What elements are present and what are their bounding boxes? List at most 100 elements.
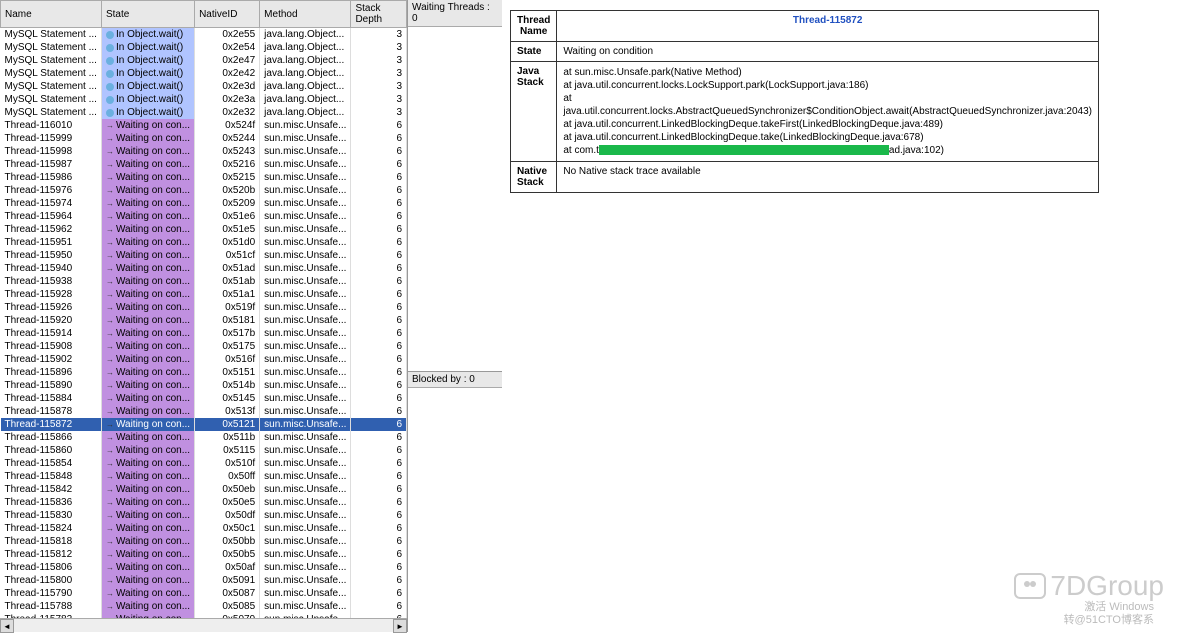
table-row[interactable]: Thread-115951→Waiting on con...0x51d0sun… xyxy=(1,236,407,249)
cell-method: sun.misc.Unsafe... xyxy=(260,561,351,574)
table-row[interactable]: Thread-115836→Waiting on con...0x50e5sun… xyxy=(1,496,407,509)
col-header-nativeid[interactable]: NativeID xyxy=(195,1,260,28)
condition-icon: → xyxy=(106,145,114,158)
table-row[interactable]: Thread-115914→Waiting on con...0x517bsun… xyxy=(1,327,407,340)
cell-nativeid: 0x50c1 xyxy=(195,522,260,535)
cell-method: sun.misc.Unsafe... xyxy=(260,275,351,288)
table-row[interactable]: Thread-115788→Waiting on con...0x5085sun… xyxy=(1,600,407,613)
table-row[interactable]: MySQL Statement ...In Object.wait()0x2e4… xyxy=(1,67,407,80)
table-row[interactable]: Thread-115884→Waiting on con...0x5145sun… xyxy=(1,392,407,405)
condition-icon: → xyxy=(106,184,114,197)
cell-depth: 3 xyxy=(351,54,407,67)
table-row[interactable]: MySQL Statement ...In Object.wait()0x2e5… xyxy=(1,28,407,42)
cell-nativeid: 0x2e3d xyxy=(195,80,260,93)
table-row[interactable]: Thread-115830→Waiting on con...0x50dfsun… xyxy=(1,509,407,522)
table-row[interactable]: Thread-115950→Waiting on con...0x51cfsun… xyxy=(1,249,407,262)
cell-depth: 6 xyxy=(351,444,407,457)
cell-method: java.lang.Object... xyxy=(260,80,351,93)
cell-nativeid: 0x2e3a xyxy=(195,93,260,106)
table-row[interactable]: Thread-116010→Waiting on con...0x524fsun… xyxy=(1,119,407,132)
cell-name: Thread-115920 xyxy=(1,314,102,327)
condition-icon: → xyxy=(106,496,114,509)
table-row[interactable]: Thread-115848→Waiting on con...0x50ffsun… xyxy=(1,470,407,483)
scroll-right-button[interactable]: ► xyxy=(393,619,407,633)
detail-java-stack-label: Java Stack xyxy=(511,62,557,162)
cell-depth: 3 xyxy=(351,28,407,42)
table-row[interactable]: Thread-115987→Waiting on con...0x5216sun… xyxy=(1,158,407,171)
table-row[interactable]: Thread-115962→Waiting on con...0x51e5sun… xyxy=(1,223,407,236)
cell-method: sun.misc.Unsafe... xyxy=(260,535,351,548)
condition-icon: → xyxy=(106,587,114,600)
col-header-depth[interactable]: Stack Depth xyxy=(351,1,407,28)
table-row[interactable]: MySQL Statement ...In Object.wait()0x2e4… xyxy=(1,54,407,67)
condition-icon: → xyxy=(106,158,114,171)
redacted-bar xyxy=(599,145,889,155)
table-row[interactable]: Thread-115940→Waiting on con...0x51adsun… xyxy=(1,262,407,275)
condition-icon: → xyxy=(106,457,114,470)
table-row[interactable]: Thread-115800→Waiting on con...0x5091sun… xyxy=(1,574,407,587)
table-row[interactable]: MySQL Statement ...In Object.wait()0x2e3… xyxy=(1,106,407,119)
col-header-state[interactable]: State xyxy=(101,1,194,28)
col-header-name[interactable]: Name xyxy=(1,1,102,28)
table-row[interactable]: Thread-115896→Waiting on con...0x5151sun… xyxy=(1,366,407,379)
table-row[interactable]: Thread-115866→Waiting on con...0x511bsun… xyxy=(1,431,407,444)
condition-icon: → xyxy=(106,522,114,535)
table-row[interactable]: MySQL Statement ...In Object.wait()0x2e5… xyxy=(1,41,407,54)
scroll-left-button[interactable]: ◄ xyxy=(0,619,14,633)
wait-icon xyxy=(106,96,114,104)
table-row[interactable]: Thread-115824→Waiting on con...0x50c1sun… xyxy=(1,522,407,535)
blocked-by-header: Blocked by : 0 xyxy=(408,372,502,388)
table-row[interactable]: Thread-115860→Waiting on con...0x5115sun… xyxy=(1,444,407,457)
table-row[interactable]: Thread-115986→Waiting on con...0x5215sun… xyxy=(1,171,407,184)
thread-table[interactable]: Name State NativeID Method Stack Depth M… xyxy=(0,0,407,618)
cell-depth: 6 xyxy=(351,405,407,418)
table-row[interactable]: Thread-115974→Waiting on con...0x5209sun… xyxy=(1,197,407,210)
horizontal-scrollbar[interactable]: ◄ ► xyxy=(0,618,407,632)
condition-icon: → xyxy=(106,353,114,366)
cell-name: Thread-115926 xyxy=(1,301,102,314)
cell-depth: 6 xyxy=(351,470,407,483)
table-row[interactable]: Thread-115908→Waiting on con...0x5175sun… xyxy=(1,340,407,353)
cell-nativeid: 0x50eb xyxy=(195,483,260,496)
cell-nativeid: 0x5243 xyxy=(195,145,260,158)
condition-icon: → xyxy=(106,249,114,262)
table-row[interactable]: MySQL Statement ...In Object.wait()0x2e3… xyxy=(1,93,407,106)
table-row[interactable]: Thread-115999→Waiting on con...0x5244sun… xyxy=(1,132,407,145)
table-row[interactable]: Thread-115902→Waiting on con...0x516fsun… xyxy=(1,353,407,366)
table-row[interactable]: Thread-115790→Waiting on con...0x5087sun… xyxy=(1,587,407,600)
cell-method: sun.misc.Unsafe... xyxy=(260,327,351,340)
table-row[interactable]: Thread-115938→Waiting on con...0x51absun… xyxy=(1,275,407,288)
table-row[interactable]: Thread-115872→Waiting on con...0x5121sun… xyxy=(1,418,407,431)
cell-name: MySQL Statement ... xyxy=(1,28,102,42)
table-row[interactable]: Thread-115818→Waiting on con...0x50bbsun… xyxy=(1,535,407,548)
cell-depth: 6 xyxy=(351,158,407,171)
cell-name: Thread-115860 xyxy=(1,444,102,457)
cell-state: In Object.wait() xyxy=(101,80,194,93)
table-row[interactable]: Thread-115976→Waiting on con...0x520bsun… xyxy=(1,184,407,197)
col-header-method[interactable]: Method xyxy=(260,1,351,28)
cell-name: Thread-115872 xyxy=(1,418,102,431)
condition-icon: → xyxy=(106,366,114,379)
table-row[interactable]: Thread-115812→Waiting on con...0x50b5sun… xyxy=(1,548,407,561)
thread-list-panel: Name State NativeID Method Stack Depth M… xyxy=(0,0,408,632)
cell-method: sun.misc.Unsafe... xyxy=(260,600,351,613)
cell-state: →Waiting on con... xyxy=(101,522,194,535)
table-row[interactable]: Thread-115842→Waiting on con...0x50ebsun… xyxy=(1,483,407,496)
cell-nativeid: 0x5151 xyxy=(195,366,260,379)
cell-method: sun.misc.Unsafe... xyxy=(260,197,351,210)
table-row[interactable]: Thread-115878→Waiting on con...0x513fsun… xyxy=(1,405,407,418)
table-row[interactable]: Thread-115854→Waiting on con...0x510fsun… xyxy=(1,457,407,470)
table-row[interactable]: MySQL Statement ...In Object.wait()0x2e3… xyxy=(1,80,407,93)
cell-depth: 6 xyxy=(351,340,407,353)
table-row[interactable]: Thread-115920→Waiting on con...0x5181sun… xyxy=(1,314,407,327)
table-row[interactable]: Thread-115806→Waiting on con...0x50afsun… xyxy=(1,561,407,574)
cell-state: →Waiting on con... xyxy=(101,275,194,288)
table-row[interactable]: Thread-115928→Waiting on con...0x51a1sun… xyxy=(1,288,407,301)
table-row[interactable]: Thread-115998→Waiting on con...0x5243sun… xyxy=(1,145,407,158)
table-row[interactable]: Thread-115890→Waiting on con...0x514bsun… xyxy=(1,379,407,392)
cell-depth: 6 xyxy=(351,392,407,405)
table-row[interactable]: Thread-115964→Waiting on con...0x51e6sun… xyxy=(1,210,407,223)
condition-icon: → xyxy=(106,236,114,249)
table-row[interactable]: Thread-115926→Waiting on con...0x519fsun… xyxy=(1,301,407,314)
cell-state: →Waiting on con... xyxy=(101,327,194,340)
